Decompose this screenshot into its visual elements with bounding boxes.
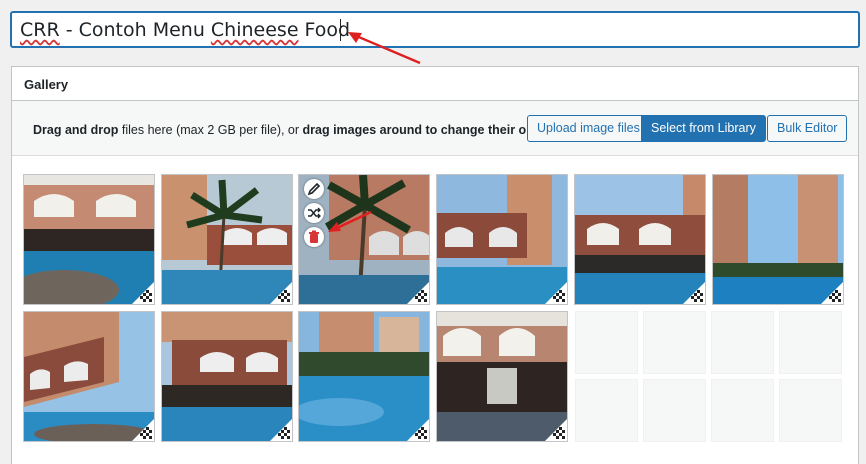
resize-corner-icon[interactable] xyxy=(407,419,429,441)
drag-hint: Drag and drop files here (max 2 GB per f… xyxy=(33,123,551,137)
gallery-thumbnail[interactable] xyxy=(574,174,706,305)
select-from-library-button[interactable]: Select from Library xyxy=(641,115,766,142)
empty-slot xyxy=(711,311,774,374)
pencil-icon xyxy=(307,182,321,196)
resize-corner-icon[interactable] xyxy=(545,282,567,304)
empty-slot xyxy=(575,311,638,374)
panel-heading: Gallery xyxy=(12,67,858,101)
replace-image-button[interactable] xyxy=(304,203,324,223)
empty-slot xyxy=(643,379,706,442)
empty-slot xyxy=(711,379,774,442)
upload-bar: Drag and drop files here (max 2 GB per f… xyxy=(12,101,858,156)
gallery-thumbnail[interactable] xyxy=(436,311,568,442)
gallery-thumbnail[interactable] xyxy=(23,174,155,305)
annotation-arrow xyxy=(328,210,372,232)
gallery-thumbnail-selected[interactable] xyxy=(298,174,430,305)
resize-corner-icon[interactable] xyxy=(545,419,567,441)
gallery-thumbnail[interactable] xyxy=(436,174,568,305)
gallery-thumbnail[interactable] xyxy=(298,311,430,442)
delete-image-button[interactable] xyxy=(304,227,324,247)
resize-corner-icon[interactable] xyxy=(132,419,154,441)
resize-corner-icon[interactable] xyxy=(132,282,154,304)
post-title-input[interactable]: CRR - Contoh Menu Chineese Food xyxy=(11,12,859,47)
empty-slot xyxy=(643,311,706,374)
resize-corner-icon[interactable] xyxy=(407,282,429,304)
text-caret xyxy=(340,19,341,41)
post-title-value: CRR - Contoh Menu Chineese Food xyxy=(20,19,351,41)
empty-slot xyxy=(779,311,842,374)
empty-slot xyxy=(779,379,842,442)
resize-corner-icon[interactable] xyxy=(821,282,843,304)
upload-image-files-button[interactable]: Upload image files xyxy=(527,115,650,142)
bulk-editor-button[interactable]: Bulk Editor xyxy=(767,115,848,142)
gallery-thumbnail[interactable] xyxy=(161,174,293,305)
edit-image-button[interactable] xyxy=(304,179,324,199)
gallery-thumbnail[interactable] xyxy=(712,174,844,305)
resize-corner-icon[interactable] xyxy=(270,282,292,304)
resize-corner-icon[interactable] xyxy=(270,419,292,441)
gallery-thumbnail[interactable] xyxy=(23,311,155,442)
gallery-thumbnail[interactable] xyxy=(161,311,293,442)
resize-corner-icon[interactable] xyxy=(683,282,705,304)
empty-slot xyxy=(575,379,638,442)
trash-icon xyxy=(309,230,319,243)
shuffle-icon xyxy=(308,207,321,219)
